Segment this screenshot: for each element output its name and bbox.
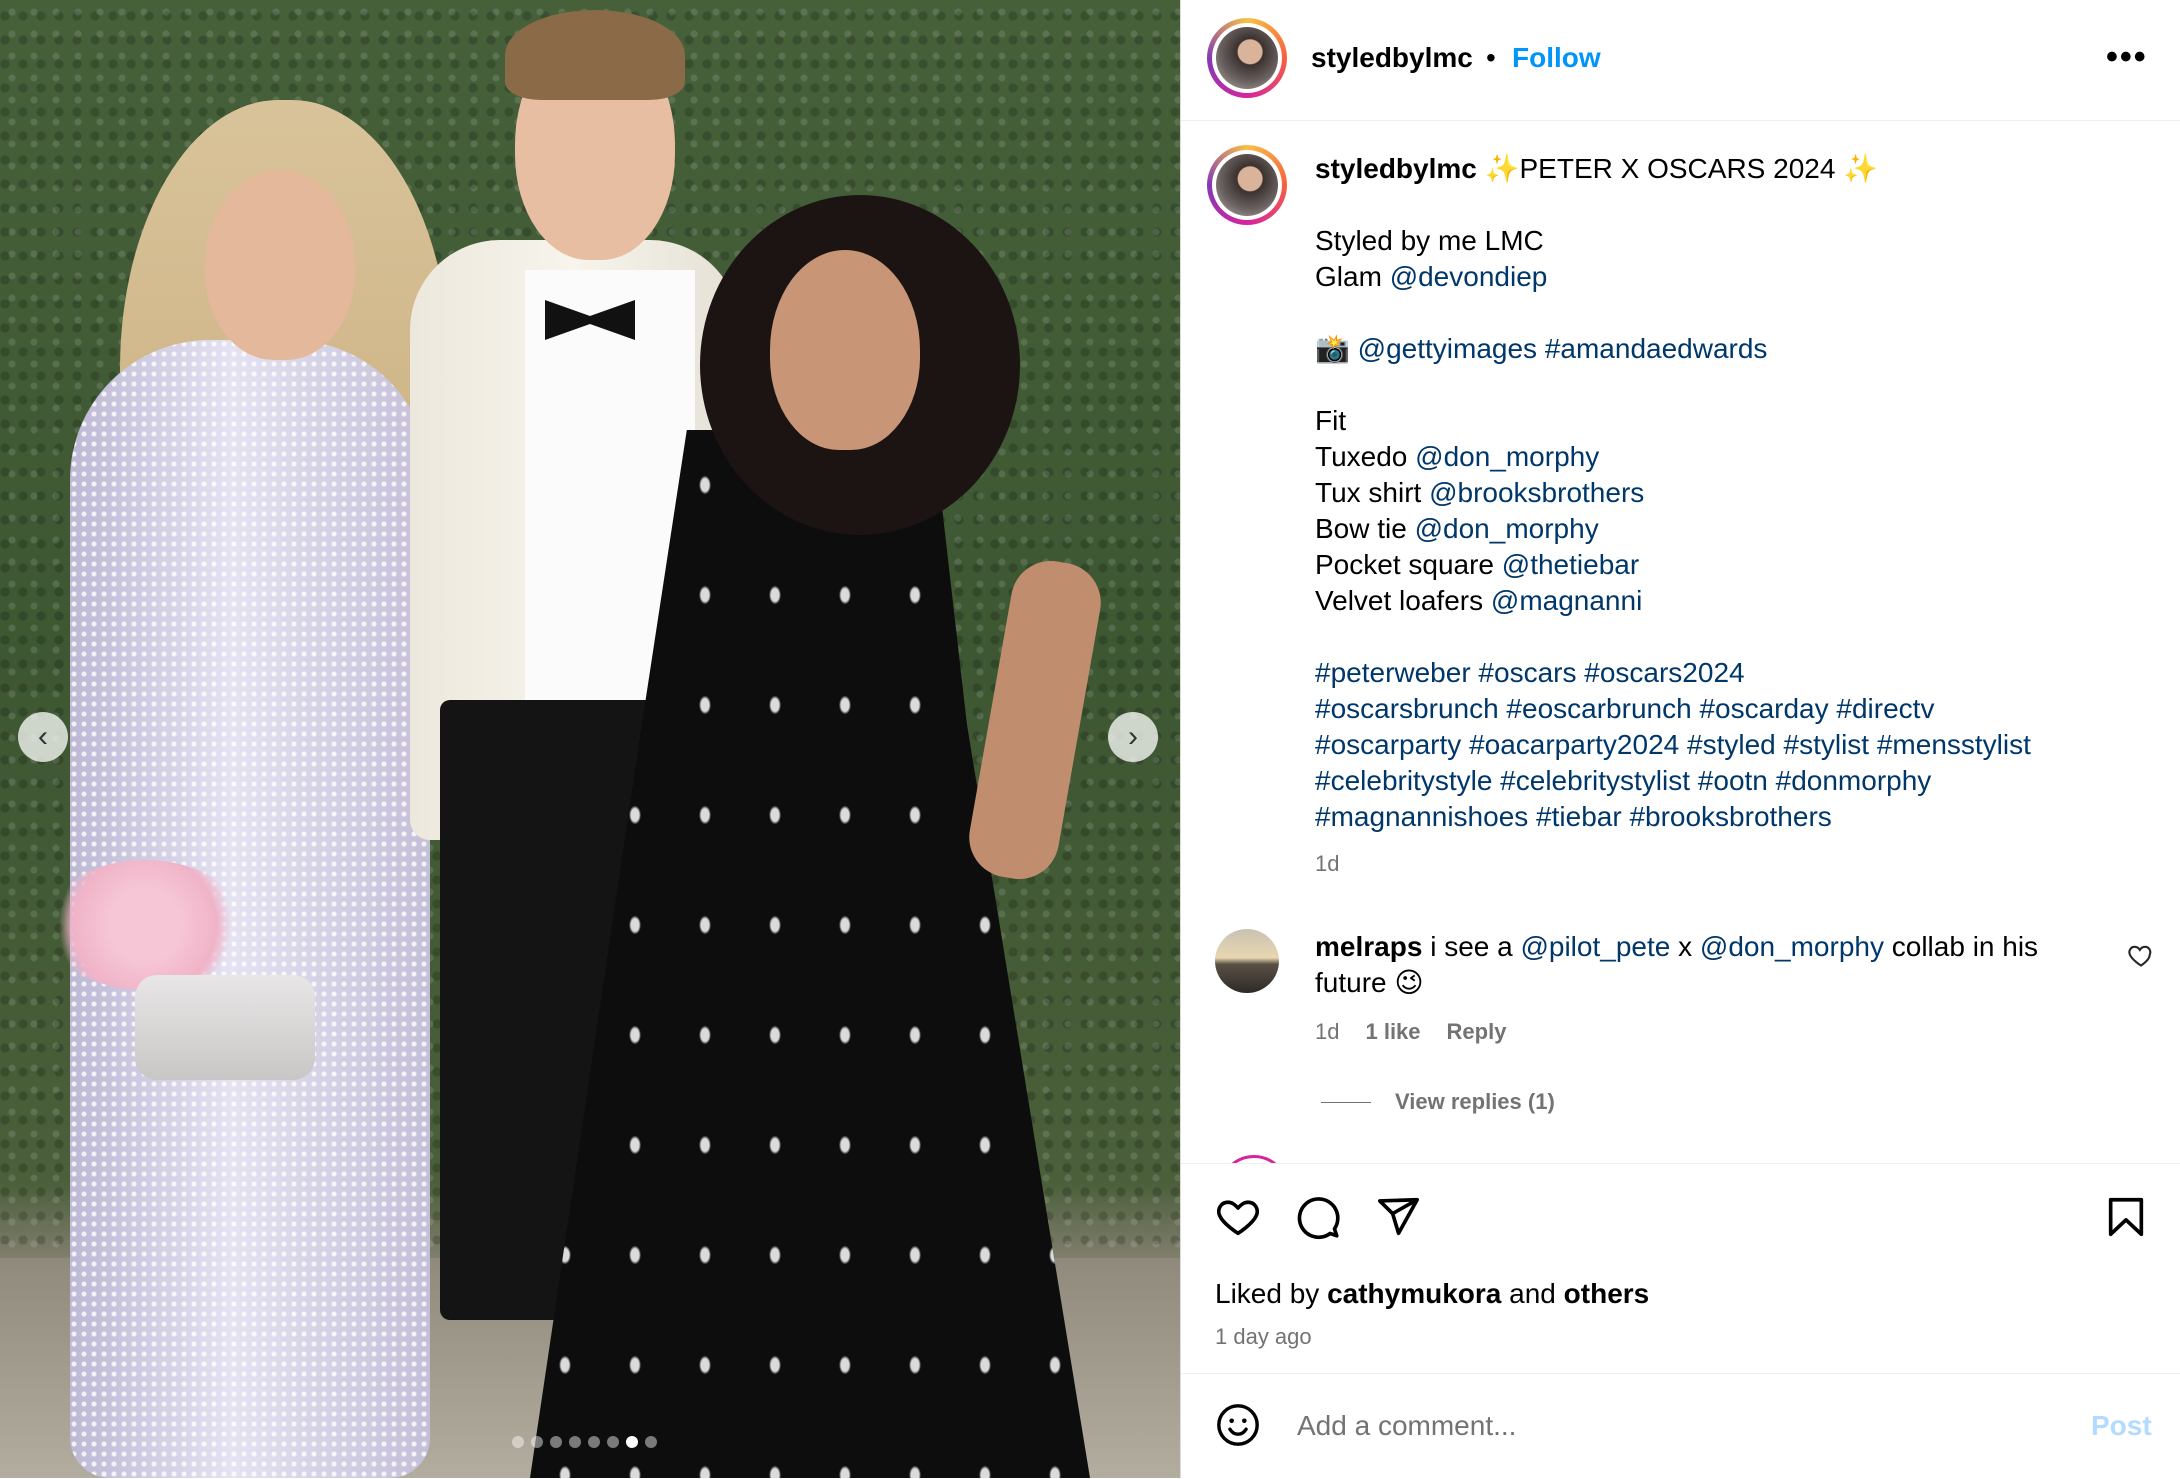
hashtag-link[interactable]: #amandaedwards xyxy=(1545,333,1768,364)
mention-link[interactable]: @gettyimages xyxy=(1358,333,1537,364)
mention-link[interactable]: @brooksbrothers xyxy=(1429,477,1644,508)
caption-username[interactable]: styledbylmc xyxy=(1315,153,1477,184)
comment-meta: 1d 1 like Reply xyxy=(1315,1019,1506,1045)
caption-avatar[interactable] xyxy=(1207,145,1287,225)
more-options-icon[interactable]: ••• xyxy=(2106,38,2148,77)
fit-item-label: Tuxedo xyxy=(1315,441,1408,472)
mention-link[interactable]: @magnanni xyxy=(1491,585,1642,616)
add-comment-bar: Post xyxy=(1181,1373,2180,1479)
post-photo: ‹ › xyxy=(0,0,1180,1478)
comment-timestamp[interactable]: 1d xyxy=(1315,1019,1339,1045)
follow-button[interactable]: Follow xyxy=(1512,42,1601,74)
liked-by-and: and xyxy=(1509,1278,1556,1309)
carousel-dot xyxy=(569,1436,581,1448)
post-side-panel: styledbylmc • Follow ••• styledbylmc ✨PE… xyxy=(1180,0,2180,1478)
person-right-arm xyxy=(962,554,1108,886)
chevron-left-icon: ‹ xyxy=(38,720,48,753)
commenter-username[interactable]: melraps xyxy=(1315,931,1422,962)
heart-icon[interactable] xyxy=(1215,1194,1261,1240)
fit-item-label: Bow tie xyxy=(1315,513,1407,544)
hashtag-line[interactable]: #peterweber #oscars #oscars2024 xyxy=(1315,655,2155,691)
comments-feed[interactable]: styledbylmc ✨PETER X OSCARS 2024 ✨ Style… xyxy=(1181,121,2180,1163)
person-right-head xyxy=(770,250,920,450)
caption-timestamp[interactable]: 1d xyxy=(1315,851,1339,877)
carousel-next-button[interactable]: › xyxy=(1108,712,1158,762)
caption-title: ✨PETER X OSCARS 2024 ✨ xyxy=(1484,153,1879,184)
smiley-icon[interactable] xyxy=(1215,1402,1261,1448)
post-caption: styledbylmc ✨PETER X OSCARS 2024 ✨ Style… xyxy=(1315,151,2155,835)
author-avatar[interactable] xyxy=(1207,18,1287,98)
comment-heart-icon[interactable] xyxy=(2127,941,2155,969)
fit-item-label: Tux shirt xyxy=(1315,477,1422,508)
header-separator: • xyxy=(1486,42,1496,73)
feather-cuff xyxy=(45,860,245,990)
view-replies-label: View replies (1) xyxy=(1395,1089,1555,1114)
comment-text: melraps i see a @pilot_pete x @don_morph… xyxy=(1315,929,2075,1001)
carousel-dot xyxy=(550,1436,562,1448)
reply-button[interactable]: Reply xyxy=(1447,1019,1507,1045)
author-username[interactable]: styledbylmc xyxy=(1311,42,1473,74)
camera-emoji: 📸 xyxy=(1315,333,1350,364)
clutch-bag xyxy=(135,975,315,1080)
person-middle-hair xyxy=(505,10,685,100)
mention-link[interactable]: @devondiep xyxy=(1390,261,1548,292)
mention-link[interactable]: @pilot_pete xyxy=(1520,931,1670,962)
post-timestamp[interactable]: 1 day ago xyxy=(1215,1324,1312,1350)
hashtag-line[interactable]: #oscarsbrunch #eoscarbrunch #oscarday #d… xyxy=(1315,691,2155,727)
carousel-dot xyxy=(512,1436,524,1448)
liked-by-text: Liked by cathymukora and others xyxy=(1215,1278,1649,1310)
carousel-prev-button[interactable]: ‹ xyxy=(18,712,68,762)
person-left-head xyxy=(205,170,355,360)
liked-by-user[interactable]: cathymukora xyxy=(1327,1278,1501,1309)
post-actions: Liked by cathymukora and others 1 day ag… xyxy=(1181,1163,2180,1374)
carousel-indicator xyxy=(512,1436,657,1448)
carousel-dot xyxy=(588,1436,600,1448)
fit-label: Fit xyxy=(1315,405,1347,436)
fit-item-label: Velvet loafers xyxy=(1315,585,1484,616)
liked-by-others[interactable]: others xyxy=(1564,1278,1650,1309)
instagram-post-view: ‹ › styledbylmc • Follow ••• styledbylmc xyxy=(0,0,2180,1478)
glam-label: Glam xyxy=(1315,261,1382,292)
view-replies-button[interactable]: View replies (1) xyxy=(1321,1089,1555,1115)
mention-link[interactable]: @don_morphy xyxy=(1415,441,1599,472)
comment-bubble-icon[interactable] xyxy=(1295,1194,1341,1240)
comment-text-part: collab in his future 😉 xyxy=(1315,931,2039,998)
comment-like-count[interactable]: 1 like xyxy=(1365,1019,1420,1045)
bookmark-icon[interactable] xyxy=(2103,1194,2149,1240)
carousel-dot xyxy=(626,1436,638,1448)
hashtag-line[interactable]: #celebritystyle #celebritystylist #ootn … xyxy=(1315,763,2155,799)
replies-rule xyxy=(1321,1101,1371,1103)
post-comment-button[interactable]: Post xyxy=(2091,1410,2152,1442)
next-comment-avatar[interactable] xyxy=(1219,1155,1289,1163)
fit-item-label: Pocket square xyxy=(1315,549,1494,580)
post-header: styledbylmc • Follow ••• xyxy=(1181,0,2180,121)
carousel-dot xyxy=(607,1436,619,1448)
caption-styled-line: Styled by me LMC xyxy=(1315,225,1544,256)
hashtag-line[interactable]: #magnannishoes #tiebar #brooksbrothers xyxy=(1315,799,2155,835)
carousel-dot xyxy=(531,1436,543,1448)
liked-by-prefix: Liked by xyxy=(1215,1278,1320,1309)
mention-link[interactable]: @don_morphy xyxy=(1415,513,1599,544)
comment-input[interactable] xyxy=(1295,1400,2019,1452)
paper-plane-icon[interactable] xyxy=(1375,1194,1421,1240)
mention-link[interactable]: @don_morphy xyxy=(1700,931,1884,962)
mention-link[interactable]: @thetiebar xyxy=(1502,549,1639,580)
chevron-right-icon: › xyxy=(1128,720,1138,753)
comment-text-part: x xyxy=(1678,931,1693,962)
hashtag-line[interactable]: #oscarparty #oacarparty2024 #styled #sty… xyxy=(1315,727,2155,763)
commenter-avatar[interactable] xyxy=(1215,929,1279,993)
carousel-dot xyxy=(645,1436,657,1448)
comment-text-part: i see a xyxy=(1430,931,1513,962)
